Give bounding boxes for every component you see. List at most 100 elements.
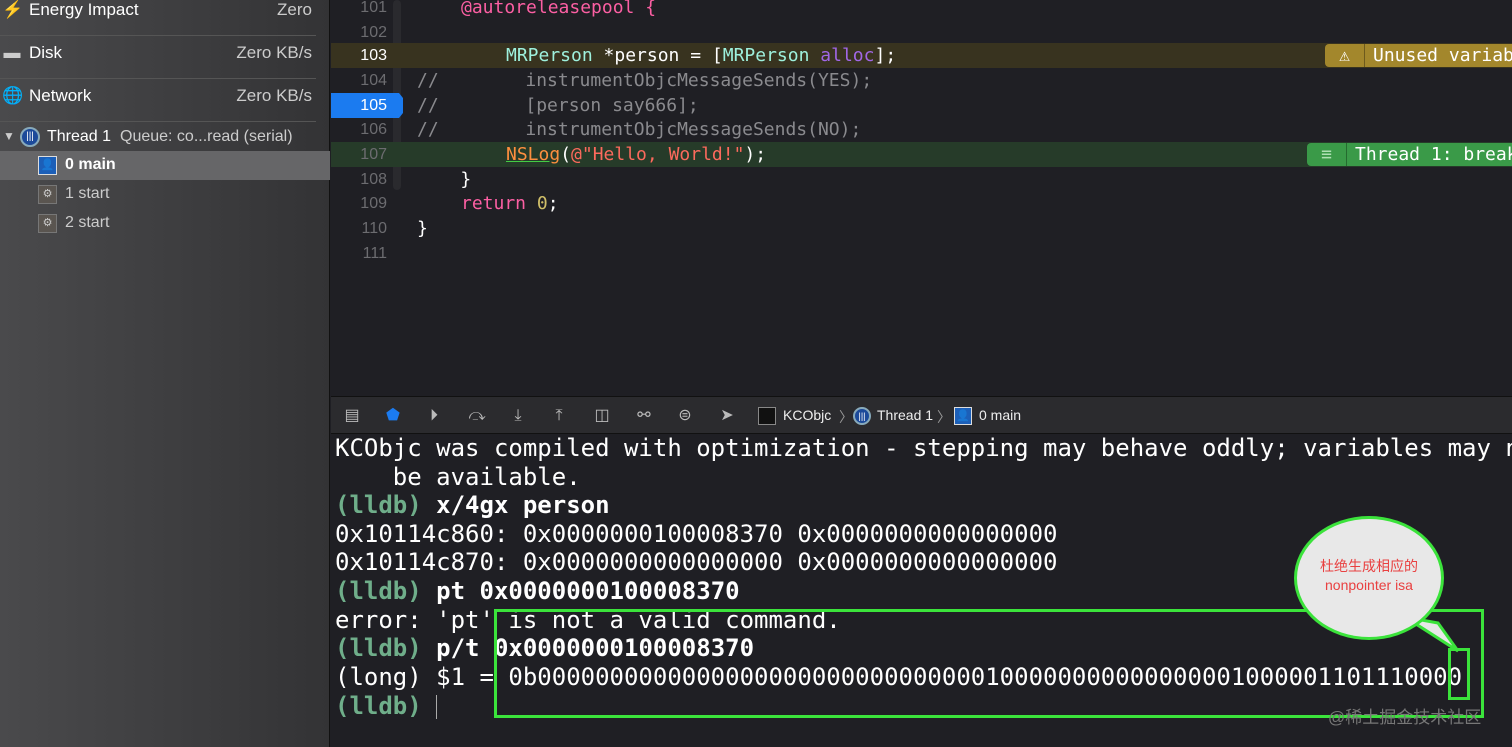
- view-hierarchy-icon[interactable]: ◫: [592, 406, 612, 426]
- code-line[interactable]: 101 @autoreleasepool {: [331, 0, 1512, 20]
- user-frame-icon: 👤: [38, 156, 57, 175]
- code-line[interactable]: 102: [331, 20, 1512, 45]
- watermark: @稀土掘金技术社区: [1328, 708, 1482, 727]
- breakpoint-text: Thread 1: breakpoi: [1355, 144, 1512, 165]
- memory-graph-icon[interactable]: ⚯: [634, 406, 654, 426]
- code-line[interactable]: 108 }: [331, 167, 1512, 192]
- line-number: 107: [360, 146, 387, 163]
- code-text: // instrumentObjcMessageSends(NO);: [417, 119, 862, 140]
- menu-lines-icon: ≡: [1307, 143, 1347, 166]
- console-command: (lldb) pt 0x0000000100008370: [335, 577, 740, 606]
- console-input[interactable]: (lldb): [335, 692, 438, 721]
- source-editor[interactable]: 101 @autoreleasepool { 102 103 MRPerson *p…: [331, 0, 1512, 396]
- disclosure-triangle-icon[interactable]: ▼: [3, 129, 15, 143]
- thread-queue: Queue: co...read (serial): [120, 128, 293, 145]
- line-number: 101: [360, 0, 387, 16]
- code-token: );: [744, 144, 767, 165]
- stack-frame[interactable]: ⚙ 1 start: [0, 180, 330, 209]
- line-number: 108: [360, 171, 387, 188]
- code-token: MRPerson: [722, 45, 810, 66]
- code-text: @autoreleasepool {: [461, 0, 657, 18]
- lldb-prompt: (lldb): [335, 692, 422, 720]
- code-text: }: [417, 218, 428, 239]
- gauge-disk[interactable]: ▬ Disk Zero KB/s: [0, 31, 316, 74]
- code-line[interactable]: 111: [331, 241, 1512, 266]
- text-cursor: [436, 695, 438, 719]
- lldb-prompt: (lldb): [335, 577, 422, 605]
- gauge-label: Energy Impact: [29, 0, 139, 19]
- stack-frame[interactable]: 👤 0 main: [0, 151, 330, 180]
- bolt-icon: ⚡: [2, 0, 24, 19]
- environment-overrides-icon[interactable]: ⊜: [675, 406, 695, 426]
- continue-icon[interactable]: ⏵: [424, 406, 444, 426]
- breadcrumb-app[interactable]: KCObjc: [783, 407, 831, 423]
- warning-text: Unused variable: [1373, 45, 1512, 66]
- frame-label: 0 main: [65, 156, 116, 173]
- code-line[interactable]: 104 // instrumentObjcMessageSends(YES);: [331, 68, 1512, 93]
- code-text: // [person say666];: [417, 95, 699, 116]
- gauge-network[interactable]: 🌐 Network Zero KB/s: [0, 74, 316, 117]
- gauge-value: Zero: [277, 0, 312, 19]
- code-token: (: [560, 144, 572, 165]
- breadcrumb-frame[interactable]: 0 main: [979, 407, 1021, 423]
- line-number: 111: [362, 245, 387, 262]
- console-output: 0x10114c870: 0x0000000000000000 0x000000…: [335, 548, 1058, 576]
- console-output: be available.: [335, 463, 581, 491]
- step-out-icon[interactable]: ⤒: [549, 406, 569, 426]
- frame-label: 1 start: [65, 185, 110, 202]
- chevron-right-icon: 〉: [839, 409, 853, 425]
- gauge-energy[interactable]: ⚡ Energy Impact Zero: [0, 0, 316, 31]
- code-line[interactable]: 106 // instrumentObjcMessageSends(NO);: [331, 117, 1512, 142]
- breadcrumb-thread[interactable]: Thread 1: [877, 407, 933, 423]
- gauge-label: Disk: [29, 42, 63, 62]
- code-line-breakpoint[interactable]: 107 NSLog(@"Hello, World!"); ≡ Thread 1: b…: [331, 142, 1512, 167]
- thread-row[interactable]: ▼ ||| Thread 1 Queue: co...read (serial): [0, 123, 330, 152]
- hide-debug-area-icon[interactable]: ▤: [342, 406, 362, 426]
- console-command: (lldb) x/4gx person: [335, 491, 610, 520]
- breakpoints-toggle-icon[interactable]: ⬟: [383, 406, 403, 426]
- line-number: 104: [360, 72, 387, 89]
- lldb-prompt: (lldb): [335, 491, 422, 519]
- console-output: KCObjc was compiled with optimization - …: [335, 434, 1512, 462]
- code-token: 0: [536, 193, 548, 214]
- warning-icon: ⚠: [1325, 44, 1365, 67]
- gauge-value: Zero KB/s: [236, 85, 312, 105]
- code-token: ;: [547, 193, 559, 214]
- callout-text: nonpointer isa: [1325, 577, 1413, 593]
- lldb-prompt: (lldb): [335, 634, 422, 662]
- highlight-box-last-bit: [1448, 648, 1470, 700]
- breakpoint-annotation[interactable]: ≡ Thread 1: breakpoi: [1307, 143, 1512, 166]
- stack-frame[interactable]: ⚙ 2 start: [0, 209, 330, 238]
- command-text: x/4gx person: [421, 491, 610, 519]
- code-line[interactable]: 109 return 0;: [331, 191, 1512, 216]
- code-line-warning[interactable]: 103 MRPerson *person = [MRPerson alloc]; …: [331, 43, 1512, 68]
- thread-icon: |||: [20, 127, 40, 147]
- code-text: }: [417, 169, 472, 190]
- simulate-location-icon[interactable]: ➤: [717, 406, 737, 426]
- code-token: *person = [: [592, 45, 723, 66]
- line-number: 102: [360, 24, 387, 41]
- thread-name: Thread 1: [47, 128, 112, 145]
- step-into-icon[interactable]: ⤓: [508, 406, 528, 426]
- line-number: 103: [360, 47, 387, 64]
- line-number: 105: [360, 97, 387, 114]
- code-text: // instrumentObjcMessageSends(YES);: [417, 70, 873, 91]
- debug-bar: ▤ ⬟ ⏵ ⤼ ⤓ ⤒ ◫ ⚯ ⊜ ➤ KCObjc 〉 ||| Thread …: [331, 396, 1512, 434]
- code-line[interactable]: 110}: [331, 216, 1512, 241]
- step-over-icon[interactable]: ⤼: [467, 406, 487, 426]
- code-line-current[interactable]: 105 // [person say666];: [331, 93, 1512, 118]
- disk-icon: ▬: [3, 42, 21, 62]
- line-number: 106: [360, 121, 387, 138]
- warning-annotation[interactable]: ⚠ Unused variable: [1325, 44, 1512, 67]
- globe-icon: 🌐: [2, 85, 24, 105]
- line-number: 110: [361, 220, 387, 237]
- gauge-label: Network: [29, 85, 92, 105]
- app-icon: [758, 407, 776, 425]
- chevron-right-icon: 〉: [937, 409, 951, 425]
- code-token: alloc: [809, 45, 875, 66]
- gear-icon: ⚙: [38, 214, 57, 233]
- divider: [0, 121, 316, 122]
- gauge-value: Zero KB/s: [236, 42, 312, 62]
- callout-bubble: 杜绝生成相应的 nonpointer isa: [1294, 516, 1444, 640]
- frame-label: 2 start: [65, 214, 110, 231]
